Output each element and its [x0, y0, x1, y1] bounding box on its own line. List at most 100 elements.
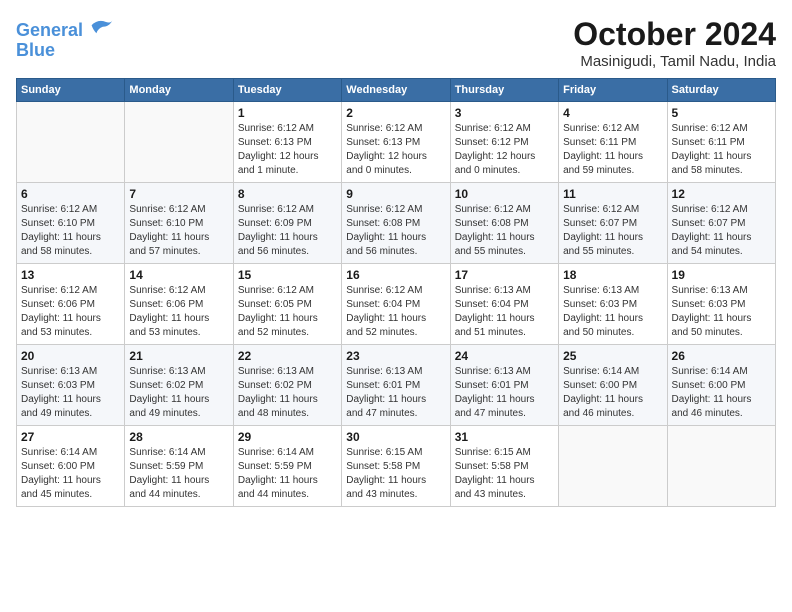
day-detail: Sunrise: 6:13 AM Sunset: 6:03 PM Dayligh…: [21, 365, 120, 421]
day-detail: Sunrise: 6:14 AM Sunset: 6:00 PM Dayligh…: [21, 446, 120, 502]
day-number: 3: [455, 106, 554, 120]
day-number: 17: [455, 268, 554, 282]
day-detail: Sunrise: 6:13 AM Sunset: 6:03 PM Dayligh…: [563, 284, 662, 340]
day-detail: Sunrise: 6:12 AM Sunset: 6:10 PM Dayligh…: [21, 203, 120, 259]
calendar-cell: 13Sunrise: 6:12 AM Sunset: 6:06 PM Dayli…: [17, 264, 125, 345]
calendar-cell: 6 Sunrise: 6:12 AM Sunset: 6:10 PM Daylig…: [17, 183, 125, 264]
calendar-week-row: 27 Sunrise: 6:14 AM Sunset: 6:00 PM Dayli…: [17, 426, 776, 507]
day-number: 8: [238, 187, 337, 201]
day-detail: Sunrise: 6:14 AM Sunset: 5:59 PM Dayligh…: [129, 446, 228, 502]
calendar-cell: 29Sunrise: 6:14 AM Sunset: 5:59 PM Dayli…: [233, 426, 341, 507]
day-detail: Sunrise: 6:12 AM Sunset: 6:06 PM Dayligh…: [129, 284, 228, 340]
day-number: 12: [672, 187, 771, 201]
calendar-cell: 17Sunrise: 6:13 AM Sunset: 6:04 PM Dayli…: [450, 264, 558, 345]
day-number: 30: [346, 430, 445, 444]
day-number: 7: [129, 187, 228, 201]
calendar-week-row: 20 Sunrise: 6:13 AM Sunset: 6:03 PM Dayli…: [17, 345, 776, 426]
calendar-week-row: 6 Sunrise: 6:12 AM Sunset: 6:10 PM Daylig…: [17, 183, 776, 264]
day-number: 24: [455, 349, 554, 363]
logo-blue: Blue: [16, 40, 55, 60]
logo-bird-icon: [90, 16, 114, 36]
day-detail: Sunrise: 6:12 AM Sunset: 6:13 PM Dayligh…: [346, 122, 445, 178]
weekday-header-tuesday: Tuesday: [233, 79, 341, 102]
weekday-header-wednesday: Wednesday: [342, 79, 450, 102]
calendar-cell: 3 Sunrise: 6:12 AM Sunset: 6:12 PM Daylig…: [450, 102, 558, 183]
calendar-cell: 22Sunrise: 6:13 AM Sunset: 6:02 PM Dayli…: [233, 345, 341, 426]
logo-general: General: [16, 20, 83, 40]
day-detail: Sunrise: 6:15 AM Sunset: 5:58 PM Dayligh…: [346, 446, 445, 502]
calendar-cell: 9 Sunrise: 6:12 AM Sunset: 6:08 PM Daylig…: [342, 183, 450, 264]
calendar-cell: 18 Sunrise: 6:13 AM Sunset: 6:03 PM Dayli…: [559, 264, 667, 345]
day-number: 18: [563, 268, 662, 282]
calendar-week-row: 13Sunrise: 6:12 AM Sunset: 6:06 PM Dayli…: [17, 264, 776, 345]
day-number: 22: [238, 349, 337, 363]
day-detail: Sunrise: 6:12 AM Sunset: 6:06 PM Dayligh…: [21, 284, 120, 340]
day-number: 1: [238, 106, 337, 120]
logo-text: General Blue: [16, 16, 114, 61]
day-number: 9: [346, 187, 445, 201]
calendar-cell: 8Sunrise: 6:12 AM Sunset: 6:09 PM Daylig…: [233, 183, 341, 264]
calendar-cell: [559, 426, 667, 507]
calendar-cell: 14Sunrise: 6:12 AM Sunset: 6:06 PM Dayli…: [125, 264, 233, 345]
weekday-header-saturday: Saturday: [667, 79, 775, 102]
calendar-cell: 2 Sunrise: 6:12 AM Sunset: 6:13 PM Daylig…: [342, 102, 450, 183]
day-detail: Sunrise: 6:13 AM Sunset: 6:01 PM Dayligh…: [455, 365, 554, 421]
weekday-header-sunday: Sunday: [17, 79, 125, 102]
day-detail: Sunrise: 6:12 AM Sunset: 6:13 PM Dayligh…: [238, 122, 337, 178]
day-detail: Sunrise: 6:12 AM Sunset: 6:11 PM Dayligh…: [672, 122, 771, 178]
day-number: 21: [129, 349, 228, 363]
day-number: 25: [563, 349, 662, 363]
title-block: October 2024 Masinigudi, Tamil Nadu, Ind…: [573, 16, 776, 70]
day-detail: Sunrise: 6:12 AM Sunset: 6:05 PM Dayligh…: [238, 284, 337, 340]
calendar-cell: 1 Sunrise: 6:12 AM Sunset: 6:13 PM Daylig…: [233, 102, 341, 183]
weekday-header-monday: Monday: [125, 79, 233, 102]
weekday-header-thursday: Thursday: [450, 79, 558, 102]
calendar-cell: 10 Sunrise: 6:12 AM Sunset: 6:08 PM Dayli…: [450, 183, 558, 264]
day-number: 26: [672, 349, 771, 363]
calendar-cell: 25 Sunrise: 6:14 AM Sunset: 6:00 PM Dayli…: [559, 345, 667, 426]
day-number: 27: [21, 430, 120, 444]
calendar-cell: [125, 102, 233, 183]
calendar-cell: 27 Sunrise: 6:14 AM Sunset: 6:00 PM Dayli…: [17, 426, 125, 507]
day-number: 20: [21, 349, 120, 363]
location-subtitle: Masinigudi, Tamil Nadu, India: [573, 53, 776, 70]
calendar-cell: [667, 426, 775, 507]
calendar-cell: 5Sunrise: 6:12 AM Sunset: 6:11 PM Daylig…: [667, 102, 775, 183]
calendar-header-row: SundayMondayTuesdayWednesdayThursdayFrid…: [17, 79, 776, 102]
day-number: 6: [21, 187, 120, 201]
day-detail: Sunrise: 6:12 AM Sunset: 6:07 PM Dayligh…: [672, 203, 771, 259]
calendar-table: SundayMondayTuesdayWednesdayThursdayFrid…: [16, 78, 776, 507]
day-detail: Sunrise: 6:12 AM Sunset: 6:11 PM Dayligh…: [563, 122, 662, 178]
day-number: 19: [672, 268, 771, 282]
day-detail: Sunrise: 6:15 AM Sunset: 5:58 PM Dayligh…: [455, 446, 554, 502]
calendar-cell: 7Sunrise: 6:12 AM Sunset: 6:10 PM Daylig…: [125, 183, 233, 264]
calendar-cell: 19 Sunrise: 6:13 AM Sunset: 6:03 PM Dayli…: [667, 264, 775, 345]
day-number: 28: [129, 430, 228, 444]
day-detail: Sunrise: 6:13 AM Sunset: 6:03 PM Dayligh…: [672, 284, 771, 340]
calendar-cell: [17, 102, 125, 183]
day-number: 11: [563, 187, 662, 201]
day-detail: Sunrise: 6:13 AM Sunset: 6:01 PM Dayligh…: [346, 365, 445, 421]
logo: General Blue: [16, 16, 114, 61]
calendar-cell: 11 Sunrise: 6:12 AM Sunset: 6:07 PM Dayli…: [559, 183, 667, 264]
day-number: 31: [455, 430, 554, 444]
day-number: 2: [346, 106, 445, 120]
calendar-cell: 31 Sunrise: 6:15 AM Sunset: 5:58 PM Dayli…: [450, 426, 558, 507]
calendar-cell: 28 Sunrise: 6:14 AM Sunset: 5:59 PM Dayli…: [125, 426, 233, 507]
day-detail: Sunrise: 6:14 AM Sunset: 6:00 PM Dayligh…: [563, 365, 662, 421]
day-detail: Sunrise: 6:12 AM Sunset: 6:08 PM Dayligh…: [346, 203, 445, 259]
day-detail: Sunrise: 6:12 AM Sunset: 6:12 PM Dayligh…: [455, 122, 554, 178]
day-number: 15: [238, 268, 337, 282]
weekday-header-friday: Friday: [559, 79, 667, 102]
day-number: 16: [346, 268, 445, 282]
calendar-cell: 20 Sunrise: 6:13 AM Sunset: 6:03 PM Dayli…: [17, 345, 125, 426]
day-number: 4: [563, 106, 662, 120]
calendar-week-row: 1 Sunrise: 6:12 AM Sunset: 6:13 PM Daylig…: [17, 102, 776, 183]
calendar-cell: 4 Sunrise: 6:12 AM Sunset: 6:11 PM Daylig…: [559, 102, 667, 183]
day-number: 10: [455, 187, 554, 201]
page-header: General Blue October 2024 Masinigudi, Ta…: [16, 16, 776, 70]
day-detail: Sunrise: 6:12 AM Sunset: 6:08 PM Dayligh…: [455, 203, 554, 259]
day-detail: Sunrise: 6:12 AM Sunset: 6:07 PM Dayligh…: [563, 203, 662, 259]
calendar-cell: 15 Sunrise: 6:12 AM Sunset: 6:05 PM Dayli…: [233, 264, 341, 345]
day-number: 23: [346, 349, 445, 363]
